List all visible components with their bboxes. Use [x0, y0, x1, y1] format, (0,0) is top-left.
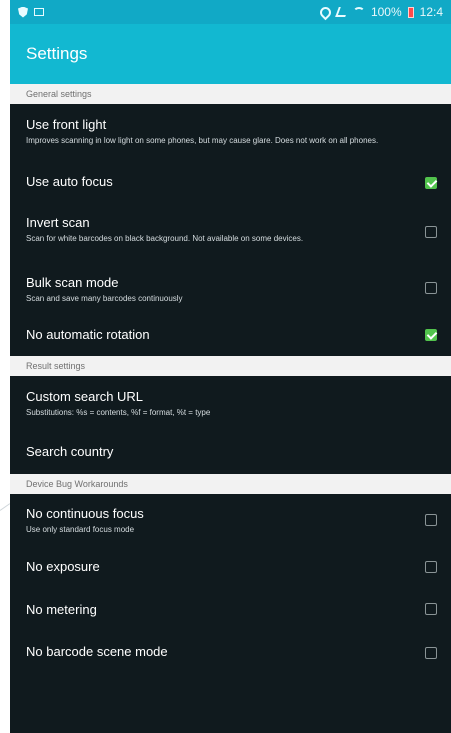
setting-title: Bulk scan mode: [26, 275, 119, 290]
checkbox-unchecked[interactable]: [425, 282, 437, 294]
wifi-icon: [352, 7, 365, 17]
screen-icon: [34, 8, 44, 16]
tablet-edge: [0, 505, 10, 733]
setting-no-exposure[interactable]: No exposure: [10, 546, 451, 587]
section-label: Device Bug Workarounds: [26, 479, 128, 489]
checkbox-unchecked[interactable]: [425, 514, 437, 526]
setting-title: No automatic rotation: [26, 327, 150, 342]
setting-no-automatic-rotation[interactable]: No automatic rotation: [10, 314, 451, 356]
checkbox-checked[interactable]: [425, 329, 437, 341]
status-time: 12:4: [419, 5, 443, 19]
setting-no-continuous-focus[interactable]: No continuous focus Use only standard fo…: [10, 494, 451, 546]
battery-icon: [407, 6, 414, 18]
setting-title: No exposure: [26, 559, 100, 574]
setting-title: No continuous focus: [26, 506, 144, 521]
status-bar: 100% 12:4: [10, 0, 451, 24]
checkbox-unchecked[interactable]: [425, 560, 437, 573]
setting-use-front-light[interactable]: Use front light Improves scanning in low…: [10, 104, 451, 164]
checkbox-unchecked[interactable]: [425, 647, 437, 659]
setting-use-auto-focus[interactable]: Use auto focus: [10, 164, 451, 202]
setting-summary: Scan for white barcodes on black backgro…: [26, 234, 304, 243]
checkbox-checked[interactable]: [425, 177, 437, 189]
setting-title: No barcode scene mode: [26, 644, 168, 659]
settings-screen: 100% 12:4 Settings General settings Use …: [10, 0, 451, 733]
status-right-icons: 100% 12:4: [317, 4, 443, 20]
setting-title: Use front light: [26, 117, 107, 132]
status-left-icons: [18, 6, 44, 18]
setting-no-barcode-scene-mode[interactable]: No barcode scene mode: [10, 631, 451, 675]
setting-title: Search country: [26, 444, 114, 459]
checkbox-unchecked[interactable]: [425, 603, 437, 615]
setting-summary: Use only standard focus mode: [26, 525, 135, 534]
section-label: Result settings: [26, 361, 86, 371]
signal-icon: [335, 7, 349, 17]
setting-summary: Improves scanning in low light on some p…: [26, 136, 379, 145]
location-icon: [317, 4, 334, 20]
setting-no-metering[interactable]: No metering: [10, 587, 451, 631]
setting-bulk-scan-mode[interactable]: Bulk scan mode Scan and save many barcod…: [10, 262, 451, 314]
checkbox-unchecked[interactable]: [425, 226, 437, 238]
section-header-result: Result settings: [10, 356, 451, 376]
setting-title: Invert scan: [26, 215, 90, 230]
setting-search-country[interactable]: Search country: [10, 428, 451, 474]
setting-title: Use auto focus: [26, 174, 113, 189]
setting-summary: Substitutions: %s = contents, %f = forma…: [26, 408, 211, 417]
section-header-device-bug-workarounds: Device Bug Workarounds: [10, 474, 451, 494]
section-label: General settings: [26, 89, 92, 99]
section-header-general: General settings: [10, 84, 451, 104]
setting-title: No metering: [26, 602, 97, 617]
setting-invert-scan[interactable]: Invert scan Scan for white barcodes on b…: [10, 202, 451, 262]
setting-title: Custom search URL: [26, 389, 144, 404]
page-title: Settings: [26, 44, 88, 63]
setting-summary: Scan and save many barcodes continuously: [26, 294, 183, 303]
battery-text: 100%: [370, 5, 402, 19]
app-bar: Settings: [10, 24, 451, 84]
shield-icon: [18, 6, 28, 18]
setting-custom-search-url[interactable]: Custom search URL Substitutions: %s = co…: [10, 376, 451, 428]
